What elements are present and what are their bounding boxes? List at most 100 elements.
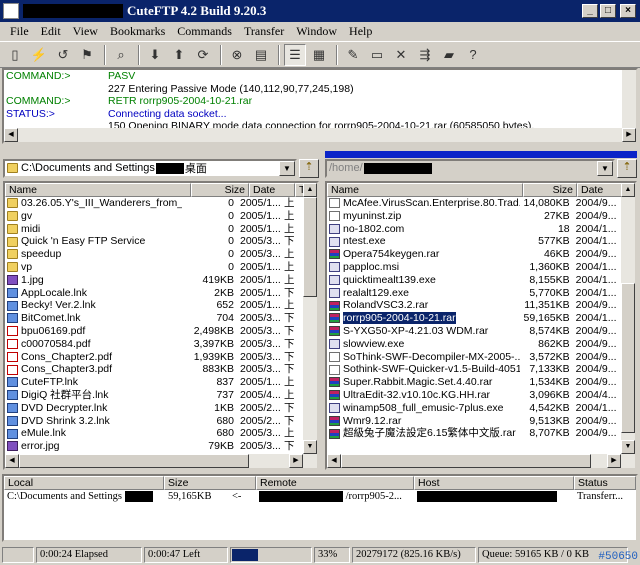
menu-commands[interactable]: Commands [171, 24, 238, 39]
column-header-size[interactable]: Size [523, 183, 577, 197]
file-row[interactable]: UltraEdit-32.v10.10c.KG.HH.rar 3,096KB 200… [327, 389, 621, 402]
file-row[interactable]: myuninst.zip 27KB 2004/9... [327, 210, 621, 223]
file-row[interactable]: ntest.exe 577KB 2004/1... [327, 235, 621, 248]
file-row[interactable]: DigiQ 社群平台.lnk 737 2005/4... 上 [5, 389, 303, 402]
file-row[interactable]: slowview.exe 862KB 2004/9... [327, 338, 621, 351]
queue-header-remote[interactable]: Remote [256, 476, 414, 490]
remote-horizontal-scrollbar[interactable]: ◀ ▶ [327, 454, 635, 468]
menu-view[interactable]: View [67, 24, 104, 39]
menu-bookmarks[interactable]: Bookmarks [104, 24, 171, 39]
chevron-down-icon[interactable]: ▼ [279, 160, 295, 176]
local-file-list[interactable]: Name Size Date T 03.26.05.Y's_III_Wander… [3, 181, 319, 470]
parent-folder-icon[interactable]: ⇡ [299, 158, 319, 178]
quick-connect-icon[interactable]: ⚑ [76, 44, 98, 66]
column-header-date[interactable]: Date [249, 183, 295, 197]
rename-icon[interactable]: ▭ [366, 44, 388, 66]
queue-header-local[interactable]: Local [4, 476, 164, 490]
column-header-name[interactable]: Name [5, 183, 191, 197]
scroll-right-icon[interactable]: ▶ [289, 454, 303, 468]
file-row[interactable]: error.jpg 79KB 2005/3... 下 [5, 440, 303, 453]
file-row[interactable]: DVD Shrink 3.2.lnk 680 2005/2... 下 [5, 415, 303, 428]
details-view-icon[interactable]: ▦ [308, 44, 330, 66]
parent-folder-icon[interactable]: ⇡ [617, 158, 637, 178]
file-row[interactable]: Opera754keygen.rar 46KB 2004/9... [327, 248, 621, 261]
maximize-button[interactable]: □ [600, 4, 616, 18]
file-row[interactable]: DVD Decrypter.lnk 1KB 2005/2... 下 [5, 402, 303, 415]
file-row[interactable]: Quick 'n Easy FTP Service 0 2005/3... 下 [5, 235, 303, 248]
file-row[interactable]: AppLocale.lnk 2KB 2005/1... 下 [5, 287, 303, 300]
file-row[interactable]: vp 0 2005/1... 上 [5, 261, 303, 274]
help-icon[interactable]: ? [462, 44, 484, 66]
menu-transfer[interactable]: Transfer [238, 24, 290, 39]
scroll-thumb[interactable] [19, 454, 249, 468]
stop-icon[interactable]: ⊗ [226, 44, 248, 66]
queue-header-status[interactable]: Status [574, 476, 636, 490]
connect-icon[interactable]: ▯ [4, 44, 26, 66]
menu-file[interactable]: File [4, 24, 35, 39]
local-vertical-scrollbar[interactable]: ▲ ▼ [303, 183, 317, 454]
download-icon[interactable]: ⬇ [144, 44, 166, 66]
upload-icon[interactable]: ⬆ [168, 44, 190, 66]
file-row[interactable]: papploc.msi 1,360KB 2004/1... [327, 261, 621, 274]
file-row[interactable]: CuteFTP.lnk 837 2005/1... 上 [5, 376, 303, 389]
file-row[interactable]: bpu06169.pdf 2,498KB 2005/3... 下 [5, 325, 303, 338]
log-vertical-scrollbar[interactable] [622, 70, 636, 132]
menu-edit[interactable]: Edit [35, 24, 67, 39]
file-row[interactable]: 03.26.05.Y's_III_Wanderers_from_Y... 0 200… [5, 197, 303, 210]
scroll-right-icon[interactable]: ▶ [622, 128, 636, 142]
file-row-selected[interactable]: rorrp905-2004-10-21.rar 59,165KB 2004/1... [327, 312, 621, 325]
queue-row[interactable]: C:\Documents and Settings 59,165KB <- /r… [4, 490, 636, 504]
copy-icon[interactable]: ▤ [250, 44, 272, 66]
find-icon[interactable]: ⌕ [110, 44, 132, 66]
queue-header-size[interactable]: Size [164, 476, 256, 490]
file-row[interactable]: Becky! Ver.2.lnk 652 2005/1... 上 [5, 299, 303, 312]
scroll-up-icon[interactable]: ▲ [303, 183, 317, 197]
local-path-field[interactable]: C:\Documents and Settings 桌面 [3, 158, 297, 178]
file-row[interactable]: RolandVSC3.2.rar 11,351KB 2004/9... [327, 299, 621, 312]
file-row[interactable]: quicktimealt139.exe 8,155KB 2004/1... [327, 274, 621, 287]
file-row[interactable]: Cons_Chapter2.pdf 1,939KB 2005/3... 下 [5, 351, 303, 364]
refresh-icon[interactable]: ⟳ [192, 44, 214, 66]
log-horizontal-scrollbar[interactable]: ◀ ▶ [4, 128, 636, 142]
file-row[interactable]: 超級兔子魔法設定6.15繁体中文版.rar 8,707KB 2004/9... [327, 427, 621, 440]
file-row[interactable]: McAfee.VirusScan.Enterprise.80.Trad... 14… [327, 197, 621, 210]
menu-help[interactable]: Help [343, 24, 378, 39]
file-row[interactable]: gv 0 2005/1... 上 [5, 210, 303, 223]
file-row[interactable]: 1.jpg 419KB 2005/1... 上 [5, 274, 303, 287]
chevron-down-icon[interactable]: ▼ [597, 160, 613, 176]
scroll-thumb[interactable] [621, 283, 635, 433]
file-row[interactable]: speedup 0 2005/3... 上 [5, 248, 303, 261]
delete-icon[interactable]: ✕ [390, 44, 412, 66]
file-row[interactable]: S-YXG50-XP-4.21.03 WDM.rar 8,574KB 2004/9.… [327, 325, 621, 338]
remote-path-field[interactable]: /home/ [325, 158, 615, 178]
disconnect-icon[interactable]: ⚡ [28, 44, 50, 66]
file-row[interactable]: eMule.lnk 680 2005/3... 上 [5, 427, 303, 440]
column-header-name[interactable]: Name [327, 183, 523, 197]
file-row[interactable]: Cons_Chapter3.pdf 883KB 2005/3... 下 [5, 363, 303, 376]
remote-vertical-scrollbar[interactable]: ▲ ▼ [621, 183, 635, 454]
scroll-thumb[interactable] [303, 197, 317, 297]
file-row[interactable]: Sothink-SWF-Quicker-v1.5-Build-4051... 7,… [327, 363, 621, 376]
file-row[interactable]: winamp508_full_emusic-7plus.exe 4,542KB 20… [327, 402, 621, 415]
file-row[interactable]: c00070584.pdf 3,397KB 2005/3... 下 [5, 338, 303, 351]
menu-window[interactable]: Window [290, 24, 343, 39]
file-row[interactable]: Wmr9.12.rar 9,513KB 2004/9... [327, 415, 621, 428]
edit-icon[interactable]: ✎ [342, 44, 364, 66]
new-folder-icon[interactable]: ▰ [438, 44, 460, 66]
scroll-thumb[interactable] [341, 454, 591, 468]
close-button[interactable]: × [620, 4, 636, 18]
session-log[interactable]: COMMAND:> PASV 227 Entering Passive Mode… [2, 68, 638, 144]
file-row[interactable]: BitComet.lnk 704 2005/3... 下 [5, 312, 303, 325]
file-row[interactable]: Super.Rabbit.Magic.Set.4.40.rar 1,534KB 20… [327, 376, 621, 389]
column-header-date[interactable]: Date [577, 183, 625, 197]
remote-file-list[interactable]: Name Size Date McAfee.VirusScan.Enterpri… [325, 181, 637, 470]
scroll-down-icon[interactable]: ▼ [303, 440, 317, 454]
file-row[interactable]: realalt129.exe 5,770KB 2004/1... [327, 287, 621, 300]
scroll-left-icon[interactable]: ◀ [4, 128, 18, 142]
scroll-down-icon[interactable]: ▼ [621, 440, 635, 454]
local-horizontal-scrollbar[interactable]: ◀ ▶ [5, 454, 317, 468]
column-header-size[interactable]: Size [191, 183, 249, 197]
app-icon[interactable] [3, 3, 19, 19]
queue-icon[interactable]: ⇶ [414, 44, 436, 66]
file-row[interactable]: midi 0 2005/1... 上 [5, 223, 303, 236]
